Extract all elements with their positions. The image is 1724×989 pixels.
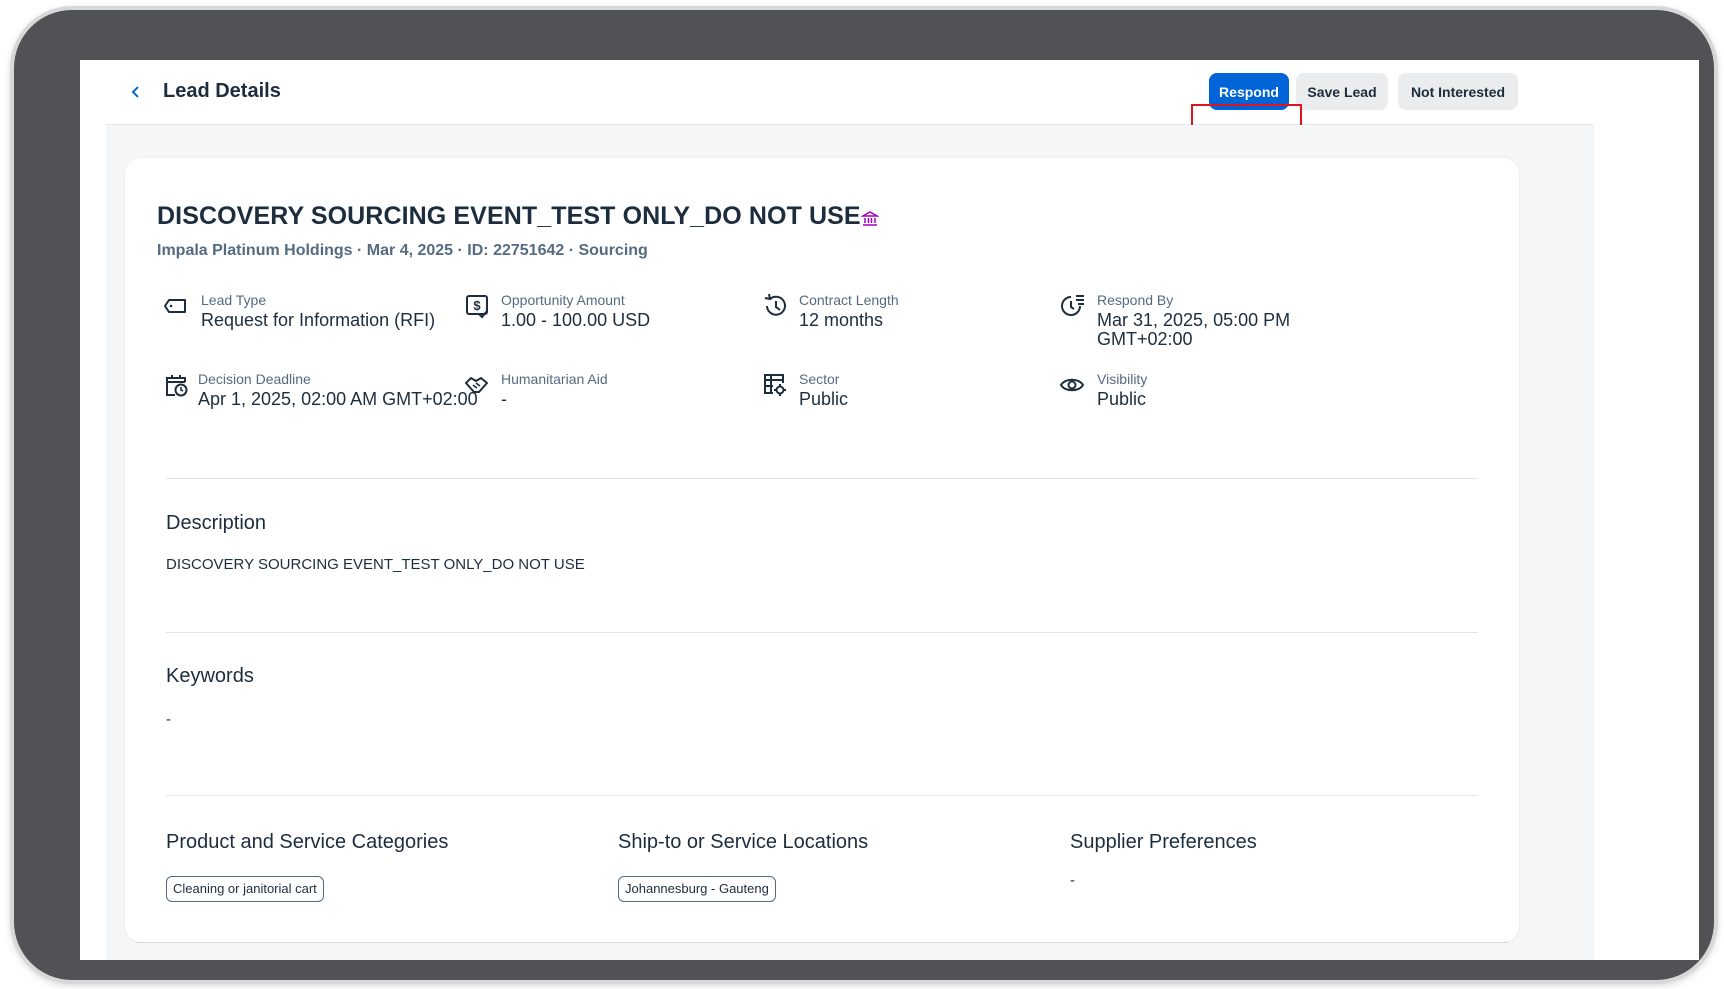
clock-list-icon [1059, 292, 1087, 320]
eye-icon [1059, 371, 1087, 399]
table-gear-icon [761, 371, 789, 399]
dollar-document-icon: $ [463, 292, 491, 320]
divider [166, 478, 1478, 479]
fact-label: Decision Deadline [198, 371, 311, 387]
fact-value: 1.00 - 100.00 USD [501, 310, 651, 330]
calendar-clock-icon [163, 371, 191, 399]
divider [166, 632, 1478, 633]
tag-icon [163, 292, 191, 320]
page-header: Lead Details Respond Save Lead Not Inter… [106, 60, 1594, 125]
app-screen: Lead Details Respond Save Lead Not Inter… [80, 60, 1699, 960]
fact-value-line2: GMT+02:00 [1097, 329, 1193, 349]
divider [166, 795, 1478, 796]
supplier-preferences-text: - [1070, 872, 1075, 889]
chevron-left-icon[interactable] [126, 82, 146, 102]
fact-label: Contract Length [799, 292, 899, 308]
categories-heading: Product and Service Categories [166, 831, 449, 853]
supplier-preferences-heading: Supplier Preferences [1070, 831, 1257, 853]
card-divider [136, 942, 1508, 943]
location-tag[interactable]: Johannesburg - Gauteng [618, 876, 776, 902]
keywords-text: - [166, 711, 171, 728]
svg-text:$: $ [473, 298, 481, 313]
locations-heading: Ship-to or Service Locations [618, 831, 869, 853]
respond-button[interactable]: Respond [1209, 73, 1289, 110]
fact-label: Humanitarian Aid [501, 371, 608, 387]
fact-label: Visibility [1097, 371, 1148, 387]
save-lead-button[interactable]: Save Lead [1296, 73, 1388, 110]
fact-label: Opportunity Amount [501, 292, 625, 308]
fact-label: Sector [799, 371, 840, 387]
fact-value: - [501, 389, 507, 409]
history-icon [761, 292, 789, 320]
bank-icon [860, 210, 880, 228]
keywords-heading: Keywords [166, 665, 254, 687]
fact-value: Apr 1, 2025, 02:00 AM GMT+02:00 [198, 389, 478, 409]
handshake-icon [463, 371, 491, 399]
page-title: Lead Details [163, 80, 281, 102]
fact-value: Public [1097, 389, 1147, 409]
fact-label: Respond By [1097, 292, 1174, 308]
lead-card: DISCOVERY SOURCING EVENT_TEST ONLY_DO NO… [125, 158, 1519, 942]
fact-value: Mar 31, 2025, 05:00 PM [1097, 310, 1291, 330]
lead-title: DISCOVERY SOURCING EVENT_TEST ONLY_DO NO… [157, 202, 861, 230]
fact-value: Request for Information (RFI) [201, 310, 436, 330]
lead-subline: Impala Platinum Holdings · Mar 4, 2025 ·… [157, 242, 648, 259]
fact-value: Public [799, 389, 849, 409]
fact-value: 12 months [799, 310, 884, 330]
description-heading: Description [166, 512, 267, 534]
not-interested-button[interactable]: Not Interested [1398, 73, 1518, 110]
fact-label: Lead Type [201, 292, 267, 308]
device-frame: Lead Details Respond Save Lead Not Inter… [14, 10, 1714, 980]
category-tag[interactable]: Cleaning or janitorial cart [166, 876, 324, 902]
description-text: DISCOVERY SOURCING EVENT_TEST ONLY_DO NO… [166, 556, 585, 573]
